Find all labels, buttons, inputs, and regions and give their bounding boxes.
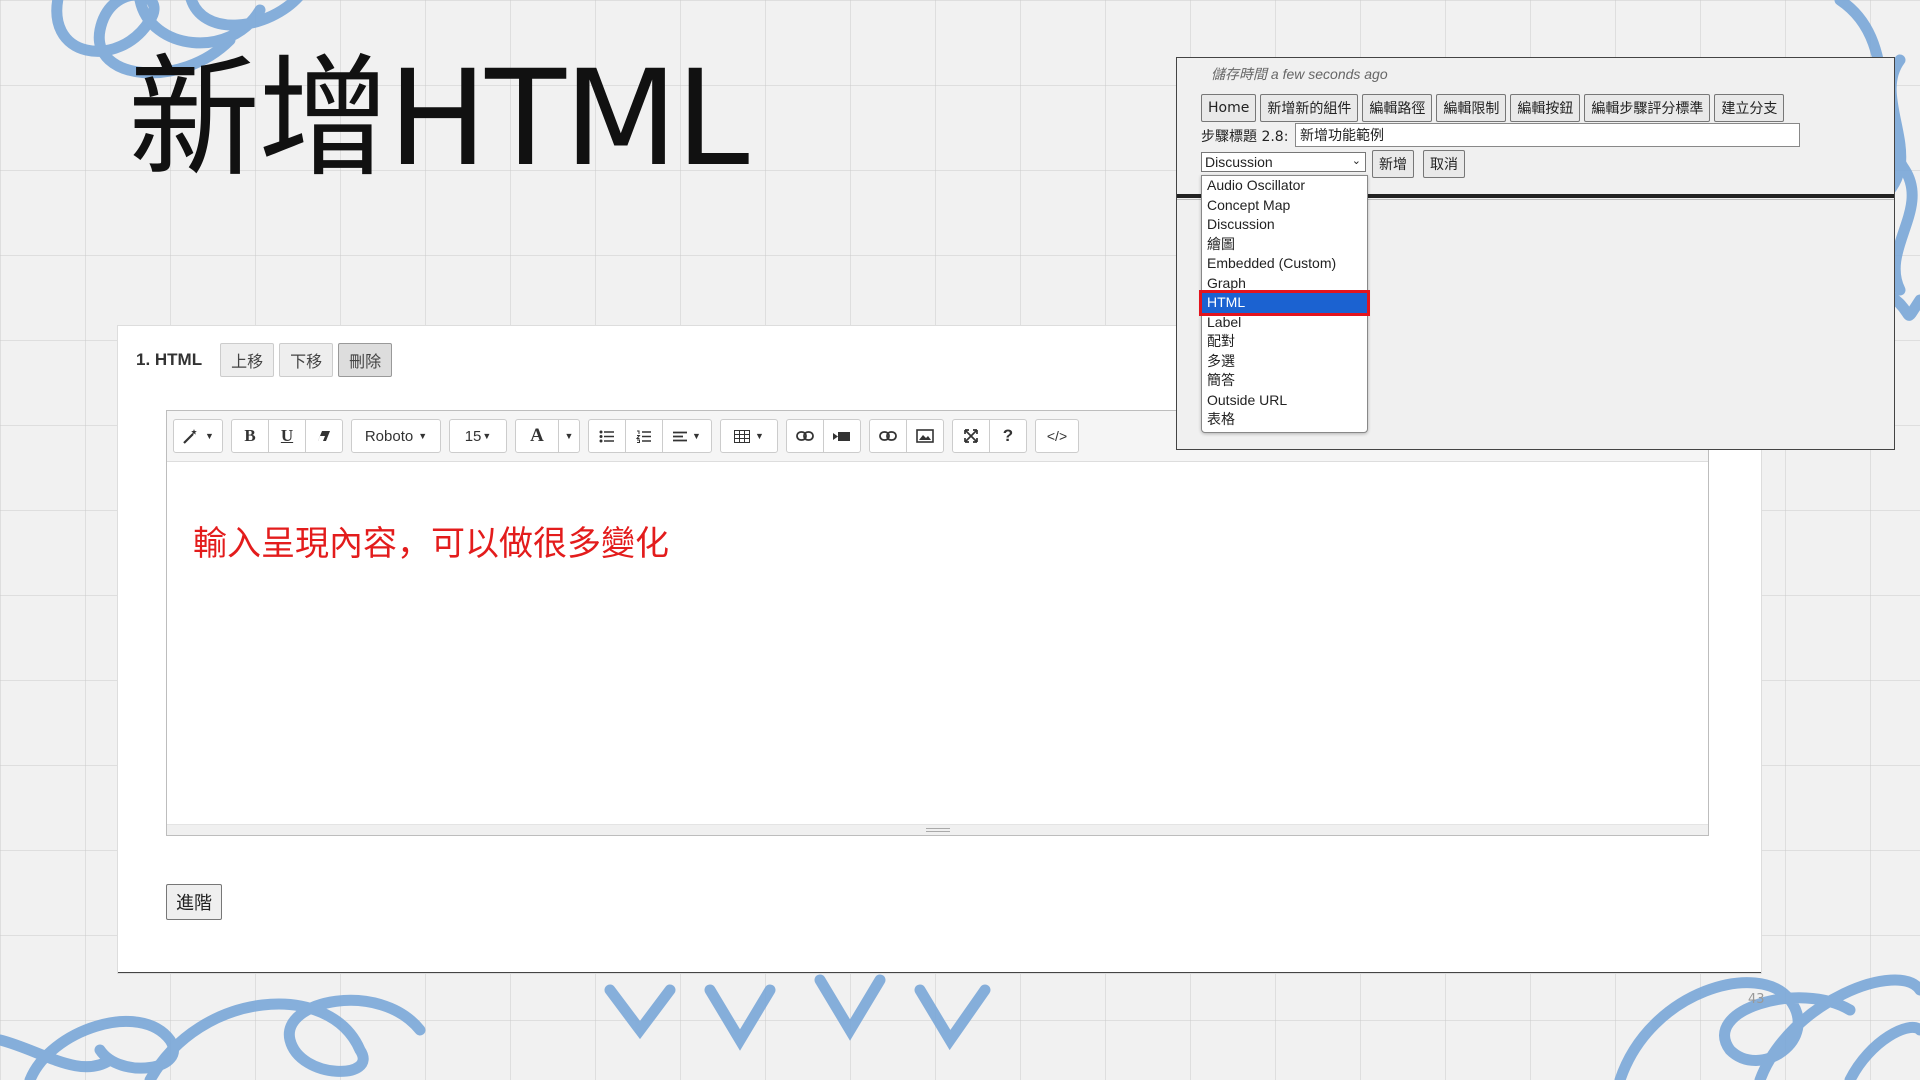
edit-rubric-button[interactable]: 編輯步驟評分標準: [1584, 94, 1711, 122]
option-draw[interactable]: 繪圖: [1202, 235, 1367, 255]
code-view-button[interactable]: </>: [1035, 419, 1079, 453]
code-group: </>: [1035, 419, 1079, 453]
option-open-response[interactable]: 簡答: [1202, 371, 1367, 391]
style-group: ▼: [173, 419, 223, 453]
link-button[interactable]: [786, 419, 824, 453]
option-embedded[interactable]: Embedded (Custom): [1202, 254, 1367, 274]
font-size-dropdown[interactable]: 15 ▼: [449, 419, 507, 453]
view-group: ?: [952, 419, 1027, 453]
bullet-list-button[interactable]: [588, 419, 626, 453]
image-icon: [916, 429, 934, 443]
option-label[interactable]: Label: [1202, 313, 1367, 333]
size-group: 15 ▼: [449, 419, 507, 453]
delete-button[interactable]: 刪除: [338, 343, 393, 377]
option-table[interactable]: 表格: [1202, 410, 1367, 430]
list-group: ▼: [588, 419, 712, 453]
clear-format-button[interactable]: [305, 419, 343, 453]
option-discussion[interactable]: Discussion: [1202, 215, 1367, 235]
magic-wand-button[interactable]: ▼: [173, 419, 223, 453]
align-left-icon: [673, 431, 688, 441]
font-group: Roboto ▼: [351, 419, 441, 453]
grip-icon: [925, 828, 950, 832]
editor-content-area[interactable]: 輸入呈現內容，可以做很多變化: [167, 462, 1708, 825]
eraser-icon: [318, 431, 330, 441]
option-html-highlighted[interactable]: HTML: [1199, 290, 1370, 316]
bold-button[interactable]: B: [231, 419, 269, 453]
table-group: ▼: [720, 419, 778, 453]
fullscreen-icon: [964, 429, 978, 443]
font-color-button[interactable]: A: [515, 419, 559, 453]
option-outside-url[interactable]: Outside URL: [1202, 391, 1367, 411]
move-up-button[interactable]: 上移: [220, 343, 275, 377]
edit-path-button[interactable]: 編輯路徑: [1362, 94, 1433, 122]
save-time-label: 儲存時間 a few seconds ago: [1211, 66, 1388, 82]
magic-wand-icon: [183, 429, 197, 444]
table-icon: [734, 429, 751, 443]
editor-content-text: 輸入呈現內容，可以做很多變化: [193, 524, 669, 564]
insert-link-button[interactable]: [869, 419, 907, 453]
add-component-button[interactable]: 新增新的組件: [1260, 94, 1359, 122]
authoring-toolbar: Home 新增新的組件 編輯路徑 編輯限制 編輯按鈕 編輯步驟評分標準 建立分支: [1201, 94, 1788, 122]
font-family-dropdown[interactable]: Roboto ▼: [351, 419, 441, 453]
chevron-down-icon: ▼: [564, 431, 574, 441]
help-button[interactable]: ?: [989, 419, 1027, 453]
table-dropdown[interactable]: ▼: [720, 419, 778, 453]
editor-resize-handle[interactable]: [167, 824, 1708, 835]
fullscreen-button[interactable]: [952, 419, 990, 453]
font-family-label: Roboto: [364, 427, 414, 445]
component-header: 1. HTML 上移 下移 刪除: [136, 343, 397, 377]
video-button[interactable]: [823, 419, 861, 453]
edit-constraints-button[interactable]: 編輯限制: [1436, 94, 1507, 122]
component-type-value: Discussion: [1205, 154, 1273, 170]
chevron-down-icon: ▼: [482, 431, 492, 441]
step-title-input[interactable]: [1295, 123, 1800, 147]
ordered-list-button[interactable]: [625, 419, 663, 453]
home-button[interactable]: Home: [1201, 94, 1257, 122]
chevron-down-icon: ▼: [418, 431, 428, 441]
create-branch-button[interactable]: 建立分支: [1714, 94, 1785, 122]
chevron-down-icon: ▼: [205, 431, 214, 441]
rich-text-editor: ▼ B U Roboto ▼ 15 ▼ A ▼ ▼ ▼ ? </> 輸入呈現內容…: [166, 410, 1709, 836]
format-group: B U: [231, 419, 343, 453]
add-button[interactable]: 新增: [1372, 150, 1414, 178]
cancel-button[interactable]: 取消: [1423, 150, 1465, 178]
option-graph[interactable]: Graph: [1202, 274, 1367, 294]
video-icon: [833, 431, 850, 441]
add-component-dialog: 儲存時間 a few seconds ago Home 新增新的組件 編輯路徑 …: [1176, 57, 1895, 450]
ordered-list-icon: [636, 430, 651, 443]
edit-buttons-button[interactable]: 編輯按鈕: [1510, 94, 1581, 122]
component-title: 1. HTML: [136, 350, 203, 369]
component-type-select[interactable]: Discussion ⌄: [1201, 152, 1366, 172]
image-button[interactable]: [906, 419, 944, 453]
option-audio-oscillator[interactable]: Audio Oscillator: [1202, 176, 1367, 196]
chevron-down-icon: ▼: [755, 431, 764, 441]
component-type-dropdown: Audio Oscillator Concept Map Discussion …: [1199, 175, 1370, 433]
underline-button[interactable]: U: [268, 419, 306, 453]
slide-title: 新增HTML: [128, 42, 749, 196]
chevron-down-icon: ▼: [692, 431, 701, 441]
option-concept-map[interactable]: Concept Map: [1202, 196, 1367, 216]
color-group: A ▼: [515, 419, 580, 453]
step-title-label: 步驟標題 2.8:: [1201, 129, 1289, 145]
link-icon: [796, 431, 814, 441]
insert-group-b: [869, 419, 944, 453]
option-match[interactable]: 配對: [1202, 332, 1367, 352]
font-color-dropdown[interactable]: ▼: [558, 419, 580, 453]
page-number: 43: [1748, 992, 1765, 1007]
chevron-down-icon: ⌄: [1351, 155, 1361, 167]
option-multiple-choice[interactable]: 多選: [1202, 352, 1367, 372]
paragraph-align-dropdown[interactable]: ▼: [662, 419, 712, 453]
advanced-button[interactable]: 進階: [166, 884, 222, 920]
font-size-label: 15: [464, 427, 482, 445]
link-icon: [879, 431, 897, 441]
bullet-list-icon: [599, 430, 614, 442]
insert-group-a: [786, 419, 861, 453]
move-down-button[interactable]: 下移: [279, 343, 334, 377]
